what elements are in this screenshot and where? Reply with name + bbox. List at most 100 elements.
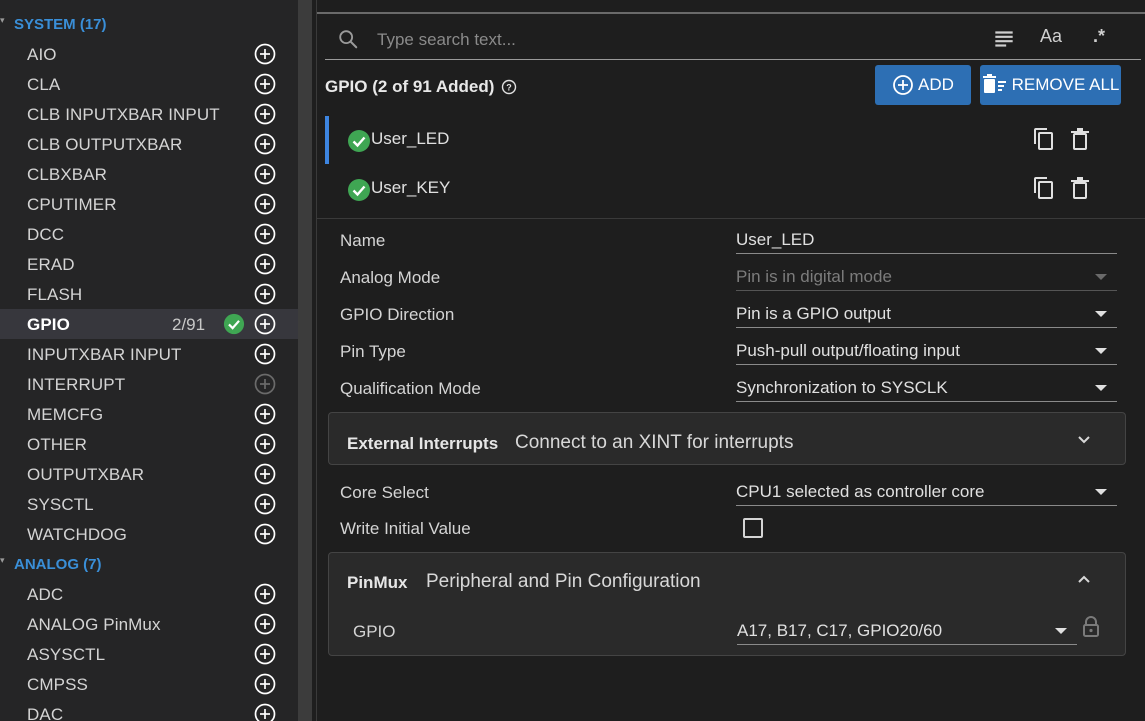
- add-circle-icon[interactable]: [254, 253, 276, 275]
- add-circle-icon[interactable]: [254, 193, 276, 215]
- pin-type-label: Pin Type: [340, 342, 406, 361]
- help-icon[interactable]: ?: [501, 79, 517, 95]
- core-select-label: Core Select: [340, 483, 429, 502]
- sidebar-item-clb-outputxbar[interactable]: CLB OUTPUTXBAR: [0, 129, 298, 159]
- pin-type-select[interactable]: Push-pull output/floating input: [736, 337, 1117, 365]
- external-interrupts-panel[interactable]: External Interrupts Connect to an XINT f…: [328, 412, 1126, 465]
- sidebar-item-outputxbar[interactable]: OUTPUTXBAR: [0, 459, 298, 489]
- lock-icon[interactable]: [1082, 616, 1100, 638]
- trash-icon[interactable]: [1068, 126, 1092, 152]
- category-system[interactable]: ▾ SYSTEM (17): [0, 10, 298, 38]
- analog-mode-label: Analog Mode: [340, 268, 441, 287]
- analog-mode-value: Pin is in digital mode: [736, 267, 892, 286]
- match-case-button[interactable]: Aa: [1037, 26, 1065, 52]
- qualification-mode-select[interactable]: Synchronization to SYSCLK: [736, 374, 1117, 402]
- instance-user-key[interactable]: User_KEY: [325, 165, 1125, 213]
- dropdown-arrow-icon: [1055, 628, 1067, 634]
- sidebar-item-watchdog[interactable]: WATCHDOG: [0, 519, 298, 549]
- add-circle-icon[interactable]: [254, 673, 276, 695]
- search-bar: Aa .*: [325, 20, 1141, 60]
- sidebar-item-label: AIO: [27, 45, 57, 64]
- write-initial-value-checkbox[interactable]: [743, 518, 763, 538]
- add-circle-icon[interactable]: [254, 703, 276, 721]
- add-circle-icon[interactable]: [254, 373, 276, 395]
- search-icon: [339, 30, 358, 49]
- search-input[interactable]: [377, 26, 937, 54]
- add-circle-icon[interactable]: [254, 163, 276, 185]
- add-circle-icon[interactable]: [254, 523, 276, 545]
- sidebar-item-label: ERAD: [27, 255, 75, 274]
- sidebar-scrollbar[interactable]: [298, 0, 312, 721]
- sidebar-item-label: GPIO: [27, 315, 70, 334]
- sidebar-item-erad[interactable]: ERAD: [0, 249, 298, 279]
- panel-description: Connect to an XINT for interrupts: [515, 432, 794, 453]
- sidebar-item-adc[interactable]: ADC: [0, 579, 298, 609]
- pinmux-panel: PinMux Peripheral and Pin Configuration …: [328, 552, 1126, 656]
- pinmux-gpio-select[interactable]: A17, B17, C17, GPIO20/60: [737, 617, 1077, 645]
- sidebar-item-label: CPUTIMER: [27, 195, 117, 214]
- add-circle-icon[interactable]: [254, 313, 276, 335]
- pin-type-value: Push-pull output/floating input: [736, 341, 960, 360]
- sidebar-item-dcc[interactable]: DCC: [0, 219, 298, 249]
- add-button[interactable]: ADD: [875, 65, 971, 105]
- top-separator: [317, 12, 1145, 14]
- add-circle-icon[interactable]: [254, 343, 276, 365]
- panel-title: External Interrupts: [347, 434, 499, 453]
- name-label: Name: [340, 231, 386, 250]
- sidebar-item-inputxbar-input[interactable]: INPUTXBAR INPUT: [0, 339, 298, 369]
- sidebar-item-clb-inputxbar-input[interactable]: CLB INPUTXBAR INPUT: [0, 99, 298, 129]
- sidebar-item-other[interactable]: OTHER: [0, 429, 298, 459]
- chevron-down-icon[interactable]: [1077, 433, 1091, 447]
- add-circle-icon[interactable]: [254, 583, 276, 605]
- sidebar-item-label: ASYSCTL: [27, 645, 106, 664]
- delete-sweep-icon: [982, 74, 1006, 93]
- category-analog[interactable]: ▾ ANALOG (7): [0, 550, 298, 578]
- add-circle-icon[interactable]: [254, 283, 276, 305]
- add-circle-icon[interactable]: [254, 103, 276, 125]
- sidebar-item-cla[interactable]: CLA: [0, 69, 298, 99]
- instance-user-led[interactable]: User_LED: [325, 116, 1125, 164]
- check-circle-icon: [348, 130, 370, 152]
- add-circle-icon[interactable]: [254, 613, 276, 635]
- add-circle-icon[interactable]: [254, 493, 276, 515]
- add-circle-icon: [893, 75, 913, 95]
- sidebar-item-label: CLA: [27, 75, 61, 94]
- add-circle-icon[interactable]: [254, 73, 276, 95]
- add-circle-icon[interactable]: [254, 223, 276, 245]
- sidebar-item-cmpss[interactable]: CMPSS: [0, 669, 298, 699]
- sidebar-item-dac[interactable]: DAC: [0, 699, 298, 721]
- remove-all-button[interactable]: REMOVE ALL: [980, 65, 1121, 105]
- add-circle-icon[interactable]: [254, 403, 276, 425]
- sidebar-item-label: OUTPUTXBAR: [27, 465, 145, 484]
- regex-button[interactable]: .*: [1085, 26, 1113, 52]
- sidebar-item-clbxbar[interactable]: CLBXBAR: [0, 159, 298, 189]
- name-field[interactable]: User_LED: [736, 226, 1117, 254]
- sidebar-item-cputimer[interactable]: CPUTIMER: [0, 189, 298, 219]
- add-circle-icon[interactable]: [254, 133, 276, 155]
- sidebar-item-flash[interactable]: FLASH: [0, 279, 298, 309]
- sidebar-item-label: INPUTXBAR INPUT: [27, 345, 182, 364]
- add-circle-icon[interactable]: [254, 643, 276, 665]
- instance-count: 2/91: [172, 315, 206, 334]
- sidebar-item-label: OTHER: [27, 435, 87, 454]
- copy-icon[interactable]: [1031, 126, 1057, 152]
- trash-icon[interactable]: [1068, 175, 1092, 201]
- gpio-direction-value: Pin is a GPIO output: [736, 304, 891, 323]
- sidebar-item-asysctl[interactable]: ASYSCTL: [0, 639, 298, 669]
- wrap-lines-icon[interactable]: [990, 26, 1018, 52]
- instance-name: User_KEY: [371, 178, 451, 197]
- sidebar-item-sysctl[interactable]: SYSCTL: [0, 489, 298, 519]
- add-circle-icon[interactable]: [254, 433, 276, 455]
- sidebar-item-analog-pinmux[interactable]: ANALOG PinMux: [0, 609, 298, 639]
- sidebar-item-interrupt[interactable]: INTERRUPT: [0, 369, 298, 399]
- sidebar-item-aio[interactable]: AIO: [0, 39, 298, 69]
- add-circle-icon[interactable]: [254, 463, 276, 485]
- copy-icon[interactable]: [1031, 175, 1057, 201]
- check-circle-icon: [348, 179, 370, 201]
- add-circle-icon[interactable]: [254, 43, 276, 65]
- core-select-select[interactable]: CPU1 selected as controller core: [736, 478, 1117, 506]
- gpio-direction-select[interactable]: Pin is a GPIO output: [736, 300, 1117, 328]
- chevron-up-icon[interactable]: [1077, 572, 1091, 586]
- sidebar-item-gpio[interactable]: GPIO 2/91: [0, 309, 298, 339]
- sidebar-item-memcfg[interactable]: MEMCFG: [0, 399, 298, 429]
